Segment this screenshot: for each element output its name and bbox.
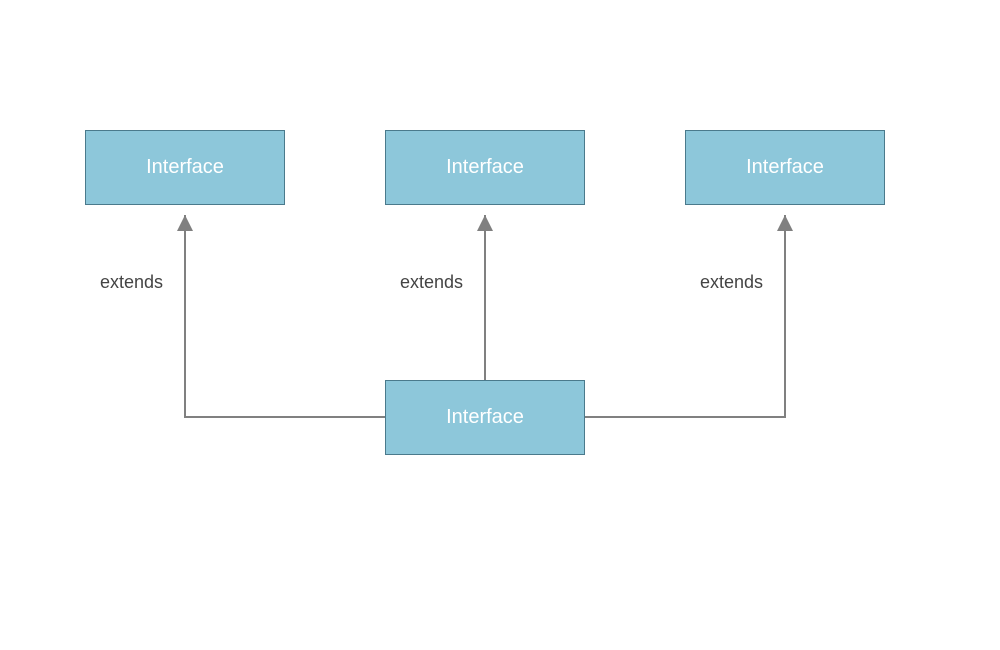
interface-box-top-mid: Interface — [385, 130, 585, 205]
interface-label: Interface — [446, 406, 524, 429]
edge-label-mid: extends — [400, 272, 463, 293]
edge-label-left: extends — [100, 272, 163, 293]
edge-left-path — [185, 215, 385, 417]
interface-label: Interface — [746, 156, 824, 179]
interface-box-bottom: Interface — [385, 380, 585, 455]
edge-right-path — [585, 215, 785, 417]
interface-box-top-left: Interface — [85, 130, 285, 205]
interface-label: Interface — [146, 156, 224, 179]
interface-box-top-right: Interface — [685, 130, 885, 205]
interface-label: Interface — [446, 156, 524, 179]
edge-label-right: extends — [700, 272, 763, 293]
diagram-connectors — [0, 0, 1000, 650]
